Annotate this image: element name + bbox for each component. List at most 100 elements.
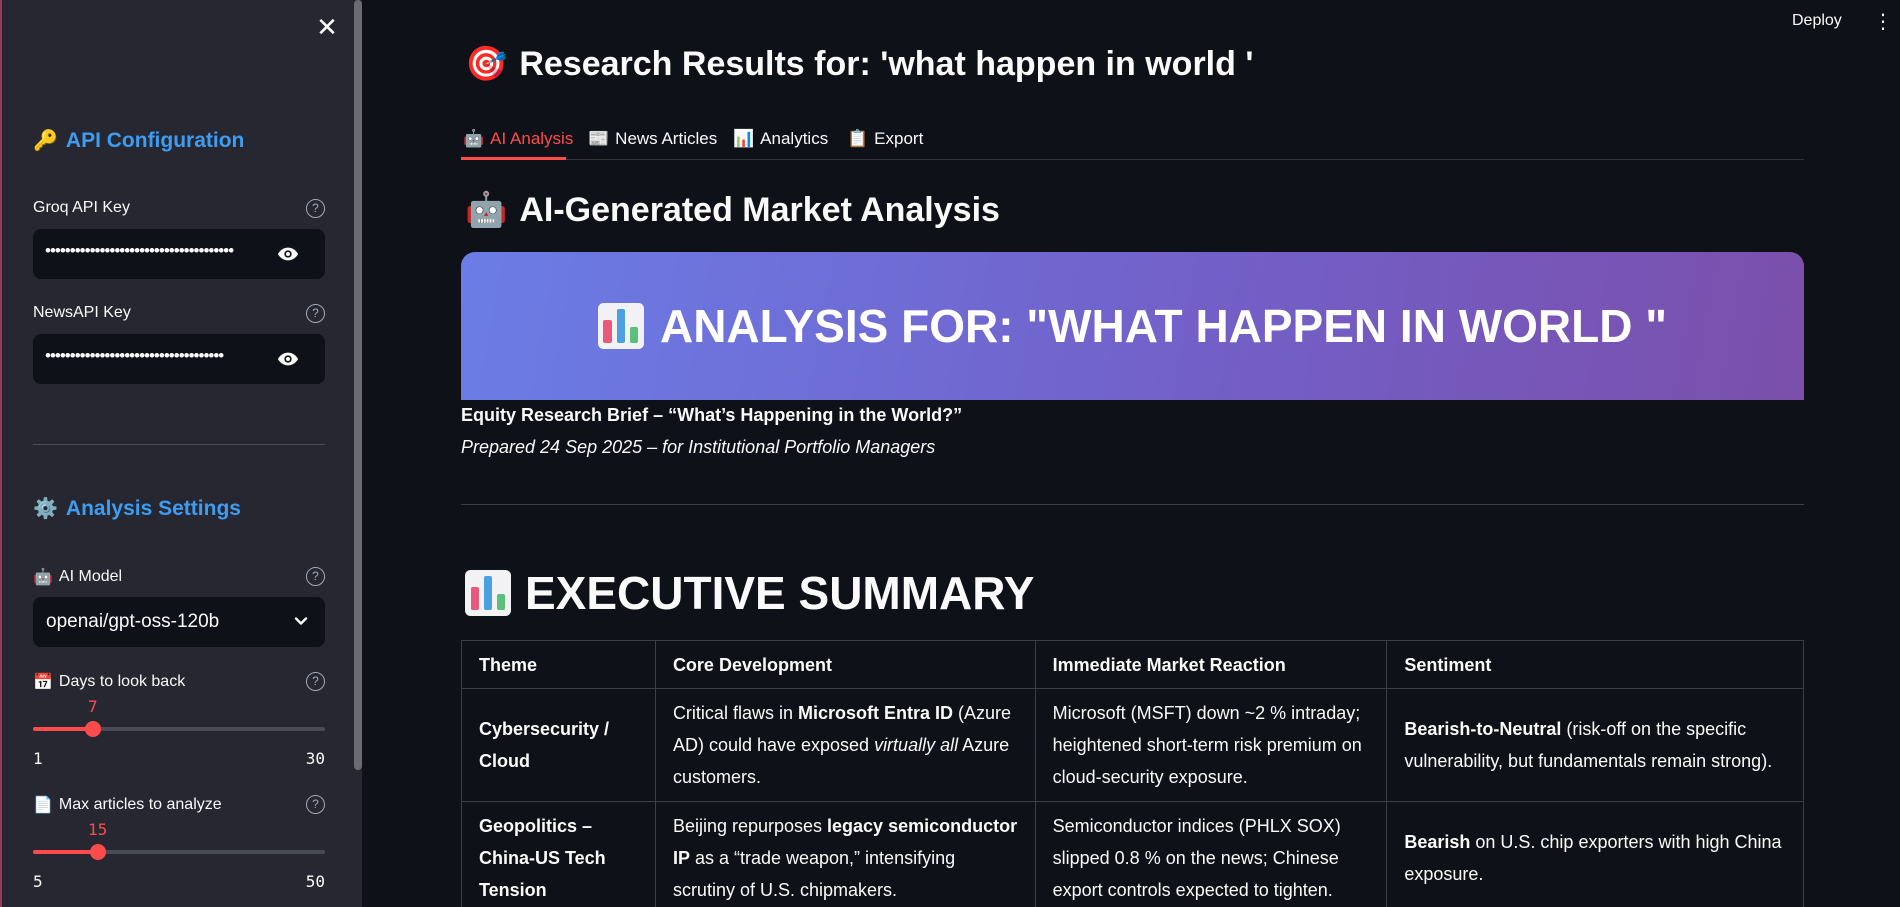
slider-thumb[interactable] (90, 844, 106, 860)
analysis-settings-heading-text: Analysis Settings (65, 496, 241, 520)
tab-ai-analysis[interactable]: 🤖 AI Analysis (463, 122, 573, 156)
analysis-settings-heading: ⚙️ Analysis Settings (33, 496, 241, 521)
table-cell-sentiment: Bearish-to-Neutral (risk-off on the spec… (1386, 688, 1804, 802)
slider-fill (33, 850, 98, 854)
tab-label: AI Analysis (490, 129, 574, 148)
active-tab-indicator (461, 157, 566, 160)
app-window: ✕ 🔑 API Configuration Groq API Key ? •••… (0, 0, 1900, 907)
table-cell-theme: Cybersecurity / Cloud (461, 688, 656, 802)
days-label-text: Days to look back (58, 673, 186, 690)
tab-label: Analytics (760, 129, 829, 148)
table-row: Geopolitics – China-US Tech Tension Beij… (461, 801, 1804, 907)
robot-icon: 🤖 (33, 569, 53, 586)
tab-analytics[interactable]: 📊 Analytics (733, 122, 828, 156)
api-config-heading-text: API Configuration (65, 128, 245, 152)
help-icon[interactable]: ? (306, 304, 325, 323)
analysis-banner: ANALYSIS FOR: "WHAT HAPPEN IN WORLD " (461, 252, 1804, 400)
section-title-text: AI-Generated Market Analysis (519, 190, 1000, 229)
theme-text: Cybersecurity / Cloud (479, 719, 610, 771)
clipboard-icon: 📋 (847, 129, 869, 148)
chevron-down-icon (294, 617, 308, 625)
slider-current-value: 15 (88, 820, 108, 839)
page-title-text: Research Results for: 'what happen in wo… (519, 44, 1254, 83)
sidebar-scrollbar[interactable] (354, 0, 362, 770)
robot-icon: 🤖 (465, 191, 508, 229)
bar-chart-icon (465, 570, 511, 616)
summary-table: Theme Core Development Immediate Market … (461, 640, 1804, 907)
help-icon[interactable]: ? (306, 567, 325, 586)
articles-label: 📄 Max articles to analyze ? (33, 795, 325, 815)
cell-text: Beijing repurposes (672, 816, 828, 836)
cell-text-bold: Microsoft Entra ID (797, 703, 953, 723)
ai-model-value: openai/gpt-oss-120b (46, 611, 220, 632)
tab-news-articles[interactable]: 📰 News Articles (588, 122, 717, 156)
cell-text: Critical flaws in (672, 703, 798, 723)
groq-key-input[interactable]: •••••••••••••••••••••••••••••••••••••• (33, 229, 325, 279)
target-icon: 🎯 (465, 45, 508, 83)
table-row: Cybersecurity / Cloud Critical flaws in … (461, 688, 1804, 802)
articles-label-text: Max articles to analyze (58, 796, 222, 813)
bar-chart-icon (597, 303, 644, 349)
slider-fill (33, 727, 93, 731)
calendar-icon: 📅 (33, 674, 53, 691)
table-header-cell: Core Development (654, 640, 1036, 689)
deploy-button[interactable]: Deploy (1792, 12, 1842, 30)
brief-title: Equity Research Brief – “What’s Happenin… (461, 405, 963, 425)
ai-model-label: 🤖 AI Model ? (33, 567, 325, 587)
table-cell-reaction: Microsoft (MSFT) down ~2 % intraday; hei… (1034, 688, 1388, 802)
table-header-cell: Immediate Market Reaction (1034, 640, 1388, 689)
help-icon[interactable]: ? (306, 672, 325, 691)
sentiment-label: Bearish (1404, 832, 1471, 852)
brief-subtitle: Prepared 24 Sep 2025 – for Institutional… (461, 437, 936, 457)
table-cell-sentiment: Bearish on U.S. chip exporters with high… (1386, 801, 1804, 907)
executive-summary-heading: EXECUTIVE SUMMARY (465, 566, 1034, 620)
table-cell-core: Critical flaws in Microsoft Entra ID (Az… (654, 688, 1036, 802)
groq-key-label-text: Groq API Key (33, 199, 130, 216)
tab-label: Export (874, 129, 924, 148)
section-title: 🤖 AI-Generated Market Analysis (465, 190, 1000, 230)
help-icon[interactable]: ? (306, 795, 325, 814)
executive-summary-text: EXECUTIVE SUMMARY (525, 567, 1035, 619)
slider-thumb[interactable] (85, 721, 101, 737)
horizontal-rule (461, 504, 1804, 505)
document-icon: 📄 (33, 797, 53, 814)
slider-min-value: 5 (33, 872, 43, 891)
slider-current-value: 7 (88, 697, 98, 716)
bar-chart-icon: 📊 (733, 129, 755, 148)
close-sidebar-button[interactable]: ✕ (312, 12, 342, 42)
days-slider[interactable]: 7 1 30 (33, 693, 325, 768)
newsapi-key-label-text: NewsAPI Key (33, 304, 131, 321)
newspaper-icon: 📰 (588, 129, 610, 148)
newsapi-key-value: •••••••••••••••••••••••••••••••••••• (45, 346, 224, 365)
newsapi-key-input[interactable]: •••••••••••••••••••••••••••••••••••• (33, 334, 325, 384)
table-header-cell: Sentiment (1386, 640, 1804, 689)
groq-key-label: Groq API Key ? (33, 199, 325, 218)
table-cell-core: Beijing repurposes legacy semiconductor … (654, 801, 1036, 907)
sentiment-label: Bearish-to-Neutral (1404, 719, 1562, 739)
api-config-heading: 🔑 API Configuration (33, 128, 244, 153)
slider-min-value: 1 (33, 749, 43, 768)
key-icon: 🔑 (33, 130, 58, 152)
tab-label: News Articles (615, 129, 718, 148)
eye-icon[interactable] (277, 349, 299, 369)
groq-key-value: •••••••••••••••••••••••••••••••••••••• (45, 241, 234, 260)
sidebar-divider (33, 444, 325, 445)
table-header-row: Theme Core Development Immediate Market … (461, 640, 1804, 689)
main-menu-icon[interactable]: ⋮ (1873, 12, 1893, 34)
tab-bar: 🤖 AI Analysis 📰 News Articles 📊 Analytic… (461, 118, 1804, 160)
table-cell-reaction: Semiconductor indices (PHLX SOX) slipped… (1034, 801, 1388, 907)
table-header-cell: Theme (461, 640, 656, 689)
ai-model-label-text: AI Model (58, 568, 123, 585)
ai-model-select[interactable]: openai/gpt-oss-120b (33, 597, 325, 647)
gear-icon: ⚙️ (33, 498, 58, 520)
slider-max-value: 50 (305, 872, 325, 891)
page-title: 🎯 Research Results for: 'what happen in … (465, 44, 1253, 84)
sidebar: ✕ 🔑 API Configuration Groq API Key ? •••… (0, 0, 362, 907)
articles-slider[interactable]: 15 5 50 (33, 816, 325, 891)
slider-max-value: 30 (305, 749, 325, 768)
help-icon[interactable]: ? (306, 199, 325, 218)
newsapi-key-label: NewsAPI Key ? (33, 304, 325, 323)
eye-icon[interactable] (277, 244, 299, 264)
days-label: 📅 Days to look back ? (33, 672, 325, 692)
tab-export[interactable]: 📋 Export (847, 122, 923, 156)
